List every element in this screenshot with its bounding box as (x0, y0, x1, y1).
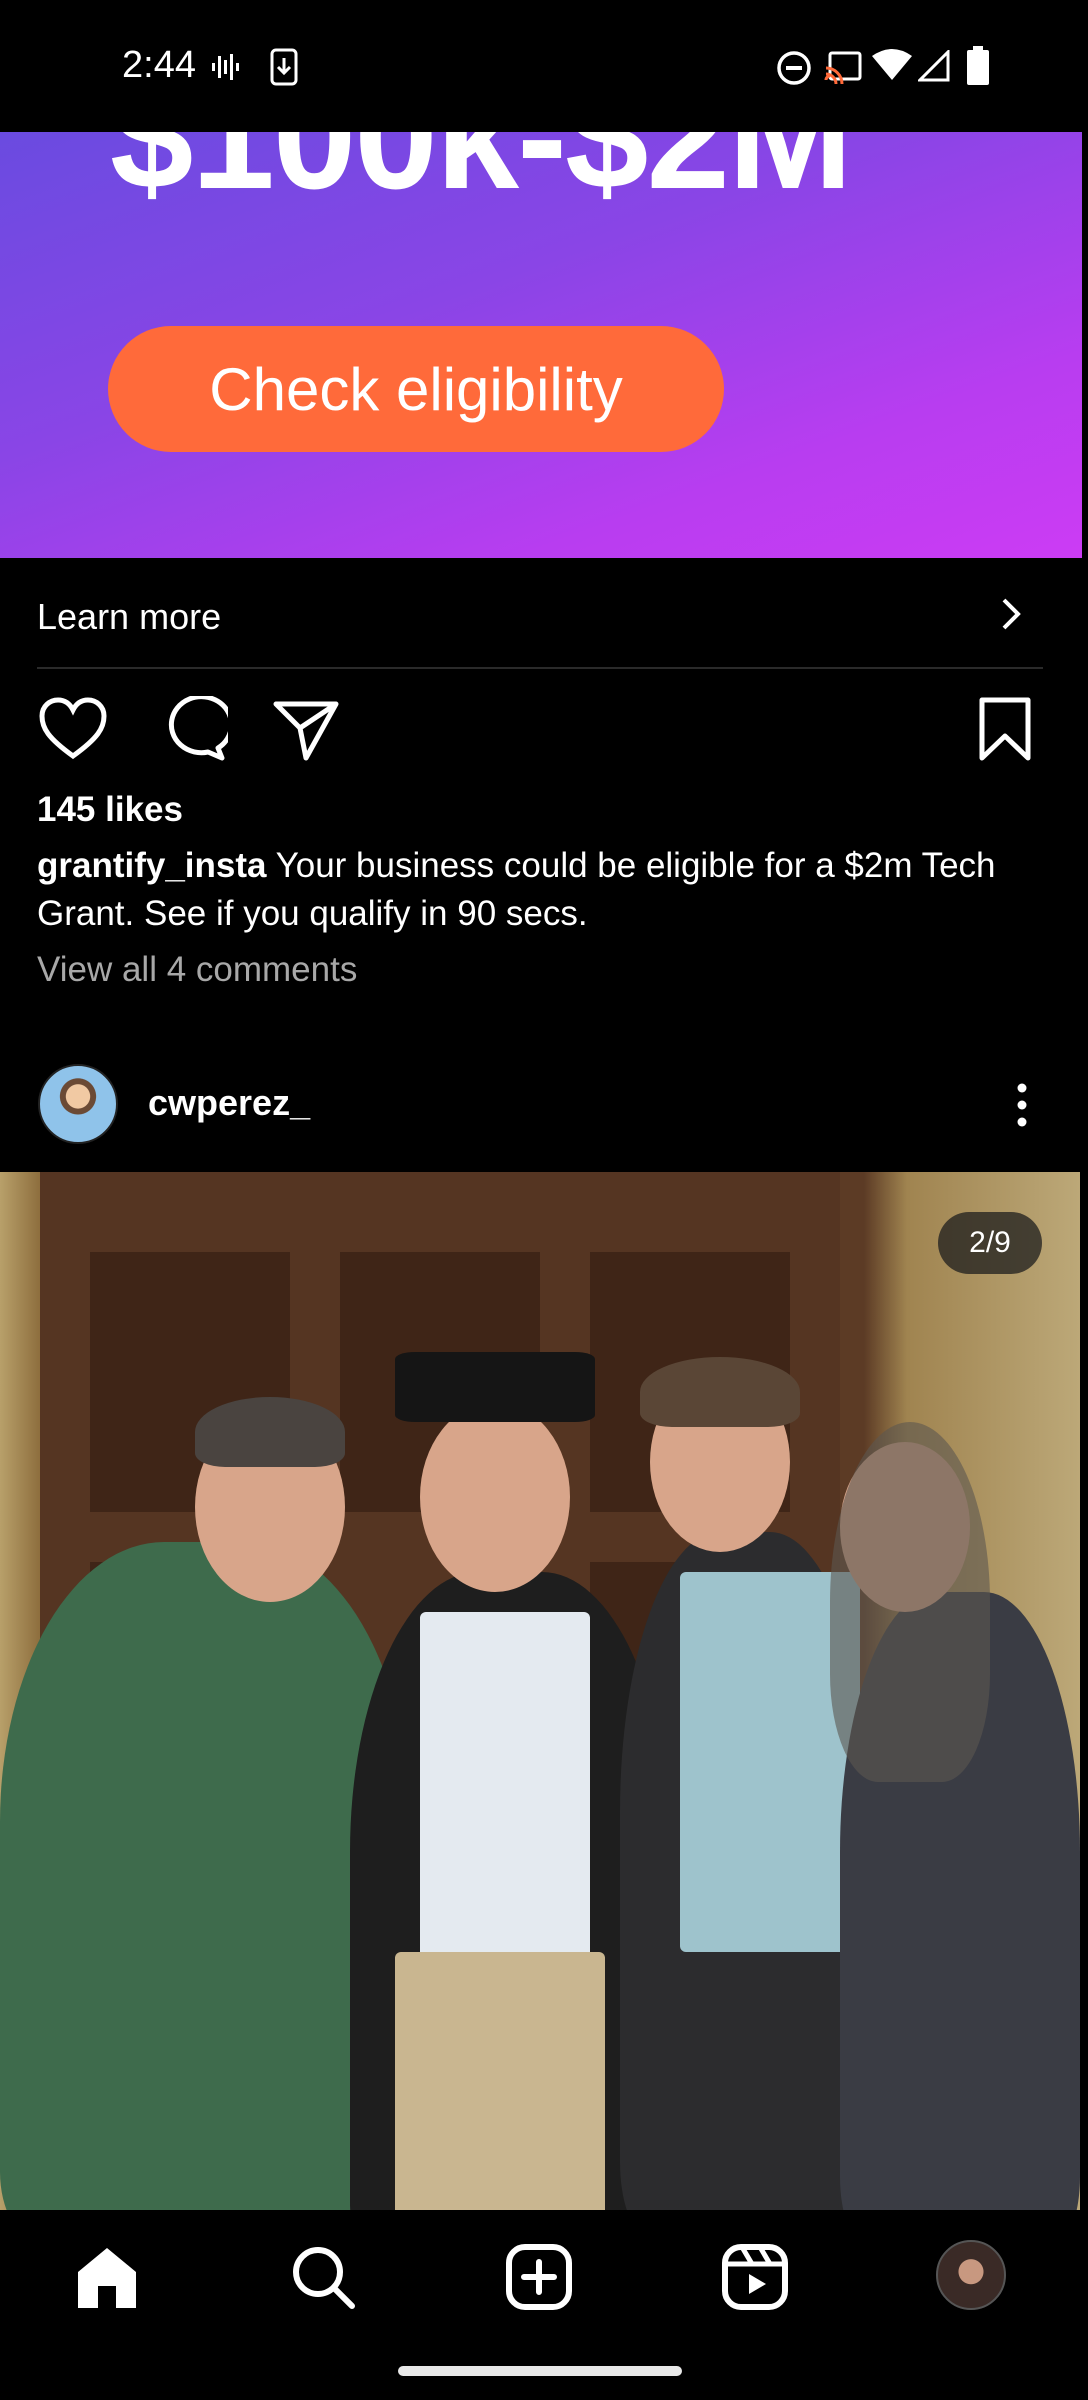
view-comments-link[interactable]: View all 4 comments (37, 950, 357, 990)
learn-more-label: Learn more (37, 596, 222, 637)
search-icon[interactable] (288, 2242, 358, 2312)
more-options-icon[interactable] (1014, 1082, 1030, 1128)
status-bar: 2:44 (0, 0, 1088, 132)
person-head (420, 1402, 570, 1592)
signal-icon (918, 50, 950, 82)
home-icon[interactable] (72, 2242, 142, 2312)
post-caption: grantify_insta Your business could be el… (37, 842, 1047, 938)
reels-icon[interactable] (720, 2242, 790, 2312)
person-hair (830, 1422, 990, 1782)
graduation-cap-icon (395, 1352, 595, 1422)
carousel-counter: 2/9 (938, 1212, 1042, 1274)
person-khakis (395, 1952, 605, 2210)
divider (37, 667, 1043, 669)
comment-icon[interactable] (158, 696, 228, 762)
do-not-disturb-icon (777, 51, 811, 85)
voicemail-icon (212, 54, 239, 80)
profile-avatar[interactable] (936, 2240, 1006, 2310)
learn-more-link[interactable]: Learn more (0, 558, 1088, 668)
person-hair (640, 1357, 800, 1427)
post-header: cwperez_ (0, 1062, 1088, 1146)
battery-icon (967, 46, 989, 85)
person-hair (195, 1397, 345, 1467)
home-indicator[interactable] (398, 2366, 682, 2376)
avatar[interactable] (38, 1064, 118, 1144)
chevron-right-icon (1002, 598, 1021, 630)
share-icon[interactable] (272, 696, 342, 762)
bookmark-icon[interactable] (972, 696, 1038, 762)
heart-icon[interactable] (38, 696, 108, 762)
create-icon[interactable] (504, 2242, 574, 2312)
caption-author[interactable]: grantify_insta (37, 846, 267, 885)
likes-count[interactable]: 145 likes (37, 790, 183, 830)
wifi-icon (872, 49, 912, 80)
ad-headline: $100k-$2M (110, 132, 853, 220)
status-time: 2:44 (122, 44, 196, 86)
post-photo[interactable]: 2/9 (0, 1172, 1080, 2210)
download-icon (270, 48, 298, 86)
person-green-jacket (0, 1542, 410, 2210)
post-username[interactable]: cwperez_ (148, 1082, 310, 1124)
ad-creative[interactable]: $100k-$2M Check eligibility (0, 132, 1082, 558)
check-eligibility-button[interactable]: Check eligibility (108, 326, 724, 452)
cast-icon (824, 51, 862, 84)
